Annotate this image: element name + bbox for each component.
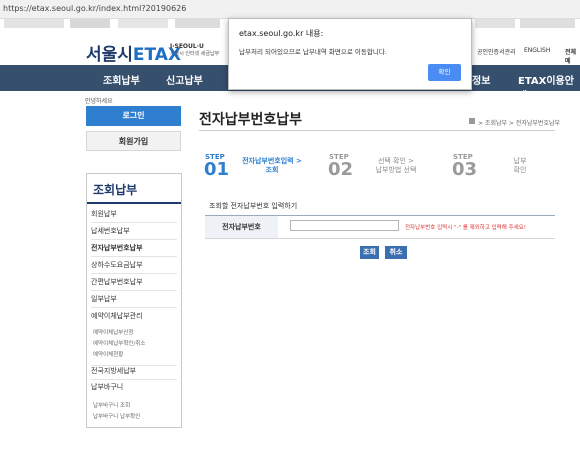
epay-number-hint: 전자납부번호 입력시 "-" 를 제외하고 입력해 주세요! xyxy=(405,225,526,231)
nav-item-inquiry-payment[interactable]: 조회납부 xyxy=(103,72,140,87)
login-button[interactable]: 로그인 xyxy=(86,106,181,126)
breadcrumb: > 조회납부 > 전자납부번호납부 xyxy=(469,118,561,127)
nav-item-info[interactable]: 정보 xyxy=(472,72,490,87)
greeting-text: 안녕하세요 xyxy=(85,98,113,105)
nav-item-etax-guide[interactable]: ETAX이용안내 xyxy=(518,72,580,102)
dialog-message: 납부처리 되어있으므로 납부내역 화면으로 이동합니다. xyxy=(239,48,387,56)
sidebar-sub-basket-confirm[interactable]: 납부바구니 납부확인 xyxy=(93,412,140,420)
browser-url-bar[interactable]: https://etax.seoul.go.kr/index.html?2019… xyxy=(0,0,580,19)
step3-text-line1: 납부 xyxy=(513,157,527,165)
step3-text-line2: 확인 xyxy=(513,166,527,174)
step1-text-line1: 전자납부번호입력 > xyxy=(242,157,302,165)
step1-number: 01 xyxy=(204,159,230,180)
dialog-title: etax.seoul.go.kr 내용: xyxy=(239,29,324,38)
alert-dialog: etax.seoul.go.kr 내용: 납부처리 되어있으므로 납부내역 화면… xyxy=(228,18,472,90)
epay-number-input[interactable] xyxy=(290,220,399,231)
epay-number-form-row: 전자납부번호 전자납부번호 입력시 "-" 를 제외하고 입력해 주세요! xyxy=(205,215,555,239)
breadcrumb-text: > 조회납부 > 전자납부번호납부 xyxy=(478,120,561,127)
page-title: 전자납부번호납부 xyxy=(199,112,303,128)
cert-management-link[interactable]: 공인인증서관리 xyxy=(477,47,516,56)
sidebar-title: 조회납부 xyxy=(87,174,181,204)
step2-text: 선택 확인 > 납부방법 선택 xyxy=(362,157,430,175)
step3-text: 납부 확인 xyxy=(505,157,535,175)
sidebar-title-text: 조회납부 xyxy=(93,183,138,197)
step2-number: 02 xyxy=(328,159,354,180)
english-link[interactable]: ENGLISH xyxy=(524,47,550,54)
step1-text-line2: 조회 xyxy=(265,166,279,174)
sidebar-item-epayno-payment[interactable]: 전자납부번호납부 xyxy=(91,243,177,257)
logo-slogan: I·SEOUL·U xyxy=(170,43,204,50)
full-menu-link[interactable]: 전체메 xyxy=(565,47,580,65)
join-button[interactable]: 회원가입 xyxy=(86,131,181,151)
sidebar-item-water-payment[interactable]: 상하수도요금납부 xyxy=(91,260,177,274)
sidebar-menu: 조회납부 회원납부 납세번호납부 전자납부번호납부 상하수도요금납부 간편납부번… xyxy=(86,173,182,428)
sidebar-item-national-tax[interactable]: 전국지방세납부 xyxy=(91,365,177,380)
sidebar-item-basket[interactable]: 납부바구니 xyxy=(91,382,177,395)
url-text: https://etax.seoul.go.kr/index.html?2019… xyxy=(3,4,187,13)
site-logo[interactable]: 서울시ETAX xyxy=(86,40,181,65)
step3-number: 03 xyxy=(452,159,478,180)
logo-text: 서울시 xyxy=(86,45,133,65)
search-button[interactable]: 조회 xyxy=(360,246,379,259)
home-icon[interactable] xyxy=(469,118,475,124)
sidebar-item-member-payment[interactable]: 회원납부 xyxy=(91,209,177,223)
title-divider xyxy=(199,130,555,131)
nav-item-report-payment[interactable]: 신고납부 xyxy=(166,72,203,87)
logo-subtitle: 서울시 인터넷 세금납부 xyxy=(170,51,220,57)
step2-text-line2: 납부방법 선택 xyxy=(375,166,417,174)
sidebar-item-partial-payment[interactable]: 일부납부 xyxy=(91,294,177,308)
step1-text: 전자납부번호입력 > 조회 xyxy=(232,157,312,175)
step2-text-line1: 선택 확인 > xyxy=(377,157,415,165)
sidebar-item-reservation[interactable]: 예약이체납부관리 xyxy=(91,311,177,324)
dialog-ok-button[interactable]: 확인 xyxy=(428,64,461,81)
sidebar-sub-reservation-check[interactable]: 예약이체납부확인/취소 xyxy=(93,339,145,347)
sidebar-sub-reservation-status[interactable]: 예약이체현황 xyxy=(93,350,123,358)
sidebar-item-taxno-payment[interactable]: 납세번호납부 xyxy=(91,226,177,240)
sidebar-item-simple-payment[interactable]: 간편납부번호납부 xyxy=(91,277,177,291)
cancel-button[interactable]: 취소 xyxy=(385,246,407,259)
sidebar-sub-reservation-apply[interactable]: 예약이체납부신청 xyxy=(93,328,133,336)
section-subheading: 조회할 전자납부번호 입력하기 xyxy=(209,202,298,210)
epay-number-label: 전자납부번호 xyxy=(205,216,278,238)
sidebar-sub-basket-inquiry[interactable]: 납부바구니 조회 xyxy=(93,401,130,409)
